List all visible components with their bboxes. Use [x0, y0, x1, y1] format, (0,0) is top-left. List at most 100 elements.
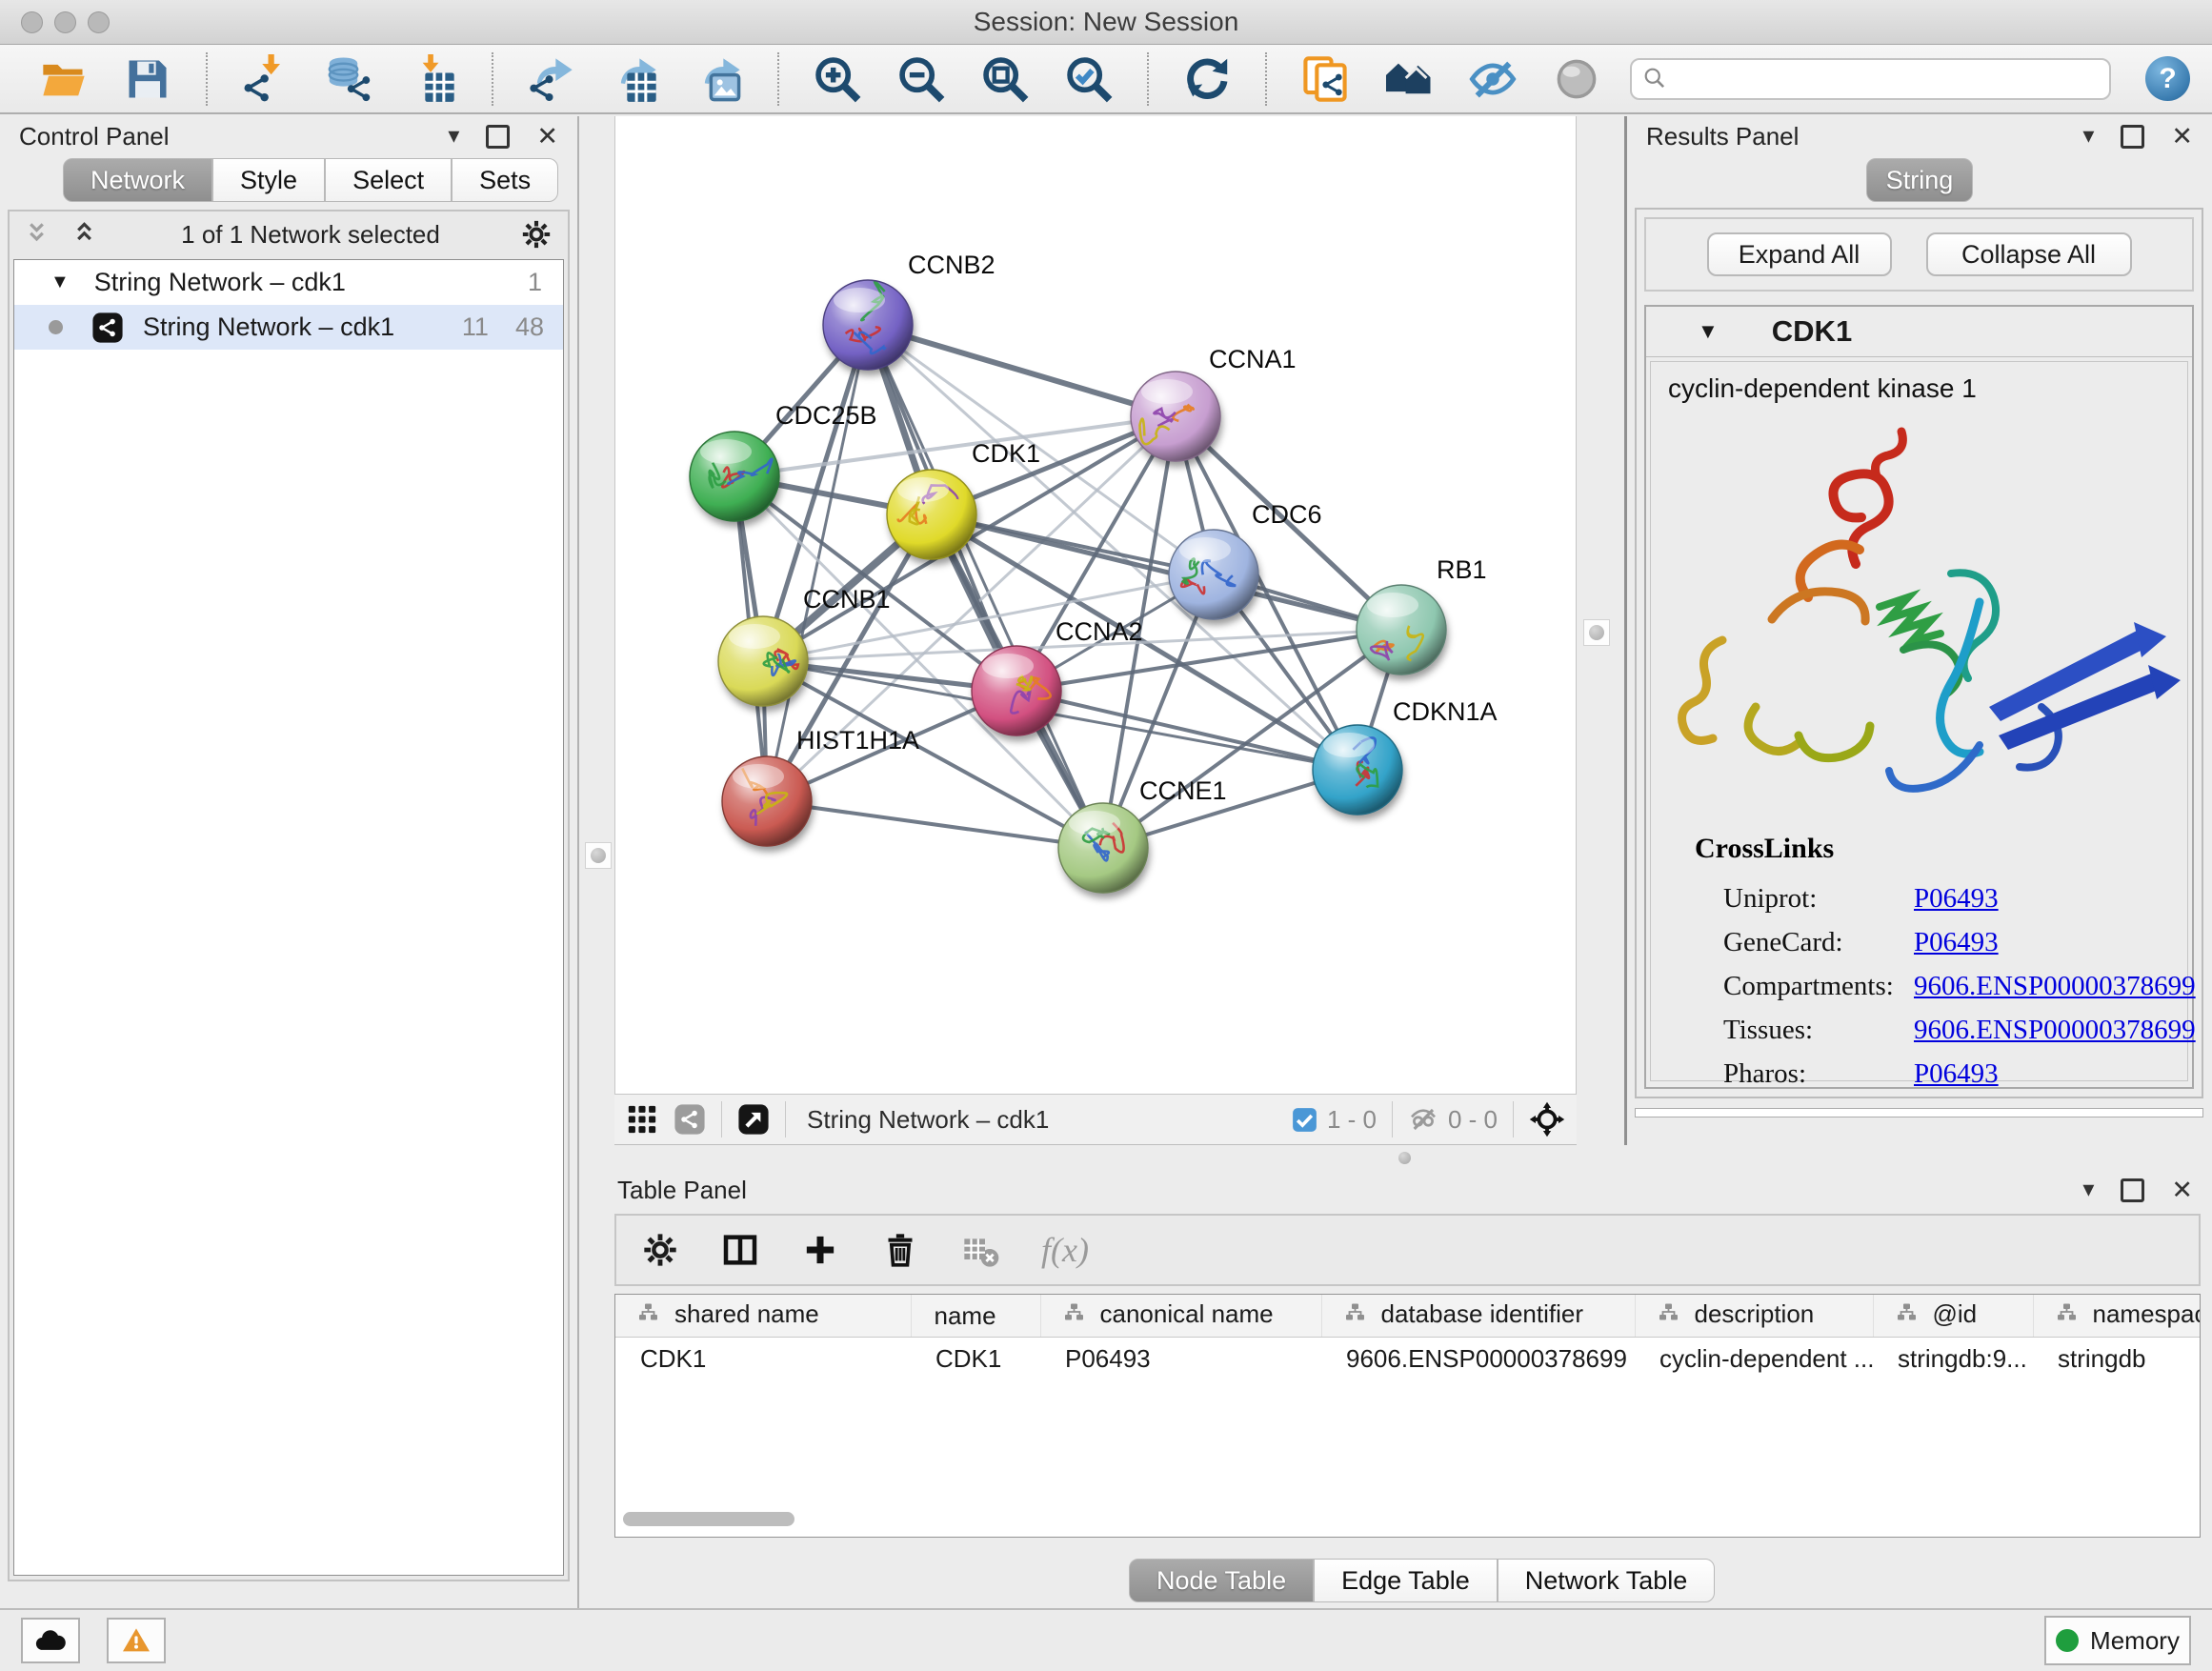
table-cell[interactable]: stringdb:9...: [1873, 1338, 2033, 1380]
panel-menu-icon[interactable]: ▾: [448, 125, 459, 148]
tab-select[interactable]: Select: [325, 158, 452, 202]
collapse-all-icon[interactable]: [25, 220, 53, 249]
column-header-name[interactable]: name: [911, 1295, 1040, 1338]
import-network-database-icon[interactable]: [324, 51, 375, 107]
network-node-CDKN1A[interactable]: [1313, 725, 1402, 815]
birds-eye-view-icon[interactable]: [1529, 1101, 1565, 1137]
panel-float-icon[interactable]: [2121, 1178, 2144, 1202]
table-cell[interactable]: P06493: [1040, 1338, 1321, 1380]
function-builder-icon[interactable]: f(x): [1041, 1230, 1089, 1270]
crosslink-link[interactable]: 9606.ENSP00000378699: [1914, 971, 2196, 1002]
network-options-gear-icon[interactable]: [520, 218, 553, 251]
export-image-icon[interactable]: [694, 51, 745, 107]
zoom-out-icon[interactable]: [895, 51, 947, 107]
zoom-selected-icon[interactable]: [1063, 51, 1115, 107]
tab-node-table[interactable]: Node Table: [1129, 1559, 1314, 1602]
panel-float-icon[interactable]: [486, 125, 510, 149]
table-cell[interactable]: stringdb: [2033, 1338, 2201, 1380]
panel-menu-icon[interactable]: ▾: [2082, 125, 2094, 148]
crosslink-link[interactable]: P06493: [1914, 927, 1999, 958]
network-row[interactable]: String Network – cdk1 11 48: [14, 305, 563, 350]
network-node-CCNB2[interactable]: [823, 280, 913, 370]
panel-close-icon[interactable]: ✕: [2171, 1178, 2193, 1203]
column-header--id[interactable]: @id: [1873, 1295, 2033, 1338]
table-cell[interactable]: CDK1: [911, 1338, 1040, 1380]
string-home-icon[interactable]: [1383, 51, 1435, 107]
network-node-CDC25B[interactable]: [690, 432, 779, 521]
right-splitter-handle[interactable]: [1583, 619, 1610, 646]
tab-sets[interactable]: Sets: [452, 158, 558, 202]
add-column-icon[interactable]: [801, 1231, 839, 1269]
clone-network-icon[interactable]: [1299, 51, 1351, 107]
column-header-shared-name[interactable]: shared name: [615, 1295, 911, 1338]
delete-column-icon[interactable]: [881, 1231, 919, 1269]
column-header-database-identifier[interactable]: database identifier: [1321, 1295, 1635, 1338]
panel-menu-icon[interactable]: ▾: [2082, 1178, 2094, 1201]
network-view-icon[interactable]: [674, 1103, 706, 1136]
selected-checkbox-icon[interactable]: [1292, 1107, 1317, 1133]
tree-expand-icon[interactable]: ▼: [50, 272, 70, 293]
tab-string[interactable]: String: [1866, 158, 1973, 202]
network-node-HIST1H1A[interactable]: [722, 756, 812, 846]
table-cell[interactable]: 9606.ENSP00000378699: [1321, 1338, 1635, 1380]
delete-table-icon[interactable]: [961, 1231, 999, 1269]
show-graphics-details-icon[interactable]: [1551, 51, 1602, 107]
save-session-icon[interactable]: [122, 51, 173, 107]
crosslink-link[interactable]: P06493: [1914, 883, 1999, 915]
crosslink-link[interactable]: 9606.ENSP00000378699: [1914, 1015, 2196, 1046]
tab-network[interactable]: Network: [63, 158, 212, 202]
network-canvas[interactable]: CCNB2 CCNA1 CDC25B CDK1 CDC6 RB1: [614, 116, 1577, 1094]
import-network-file-icon[interactable]: [240, 51, 292, 107]
zoom-in-icon[interactable]: [812, 51, 863, 107]
network-collection-row[interactable]: ▼ String Network – cdk1 1: [14, 260, 563, 305]
export-table-icon[interactable]: [610, 51, 661, 107]
table-horizontal-scrollbar[interactable]: [623, 1512, 794, 1526]
network-edge-CDK1-RB1[interactable]: [932, 514, 1401, 630]
warnings-button[interactable]: [107, 1618, 166, 1663]
network-node-CDC6[interactable]: [1169, 530, 1258, 619]
node-result-header[interactable]: ▼ CDK1: [1646, 307, 2192, 357]
cloud-status-button[interactable]: [21, 1618, 80, 1663]
settings-icon[interactable]: [641, 1231, 679, 1269]
search-input[interactable]: [1676, 64, 2109, 95]
section-collapse-icon[interactable]: ▼: [1698, 319, 1719, 344]
network-edge-CCNB2-CCNE1[interactable]: [868, 325, 1103, 848]
hidden-eye-icon[interactable]: [1408, 1104, 1438, 1135]
expand-all-button[interactable]: Expand All: [1707, 232, 1892, 276]
crosslink-link[interactable]: P06493: [1914, 1058, 1999, 1090]
network-node-CCNA1[interactable]: [1131, 372, 1220, 461]
help-button[interactable]: ?: [2145, 56, 2190, 101]
import-table-file-icon[interactable]: [408, 51, 459, 107]
collapse-all-button[interactable]: Collapse All: [1926, 232, 2132, 276]
network-edge-HIST1H1A-CCNE1[interactable]: [767, 801, 1103, 848]
right-splitter[interactable]: [1577, 116, 1624, 1145]
panel-float-icon[interactable]: [2121, 125, 2144, 149]
network-node-CCNE1[interactable]: [1058, 803, 1148, 893]
hide-graphics-details-icon[interactable]: [1467, 51, 1518, 107]
tab-style[interactable]: Style: [212, 158, 325, 202]
left-splitter-handle[interactable]: [585, 842, 612, 869]
network-node-CCNA2[interactable]: [972, 646, 1061, 735]
export-network-icon[interactable]: [526, 51, 577, 107]
apply-layout-icon[interactable]: [1181, 51, 1233, 107]
table-cell[interactable]: cyclin-dependent ...: [1635, 1338, 1873, 1380]
column-header-namespace[interactable]: namespace: [2033, 1295, 2201, 1338]
network-node-CDK1[interactable]: [887, 470, 976, 559]
column-header-canonical-name[interactable]: canonical name: [1040, 1295, 1321, 1338]
detach-view-icon[interactable]: [737, 1103, 770, 1136]
tab-edge-table[interactable]: Edge Table: [1314, 1559, 1498, 1602]
expand-all-icon[interactable]: [72, 220, 101, 249]
network-edge-CCNB2-CCNA1[interactable]: [868, 325, 1176, 416]
table-row[interactable]: CDK1CDK1P064939606.ENSP00000378699cyclin…: [615, 1338, 2201, 1380]
column-header-description[interactable]: description: [1635, 1295, 1873, 1338]
network-node-CCNB1[interactable]: [718, 616, 808, 706]
zoom-fit-icon[interactable]: [979, 51, 1031, 107]
panel-close-icon[interactable]: ✕: [536, 124, 558, 150]
table-cell[interactable]: CDK1: [615, 1338, 911, 1380]
memory-button[interactable]: Memory: [2044, 1616, 2191, 1665]
show-columns-icon[interactable]: [721, 1231, 759, 1269]
horizontal-splitter[interactable]: [579, 1145, 2212, 1170]
network-node-RB1[interactable]: [1357, 585, 1446, 674]
open-folder-icon[interactable]: [38, 51, 90, 107]
tab-network-table[interactable]: Network Table: [1498, 1559, 1716, 1602]
